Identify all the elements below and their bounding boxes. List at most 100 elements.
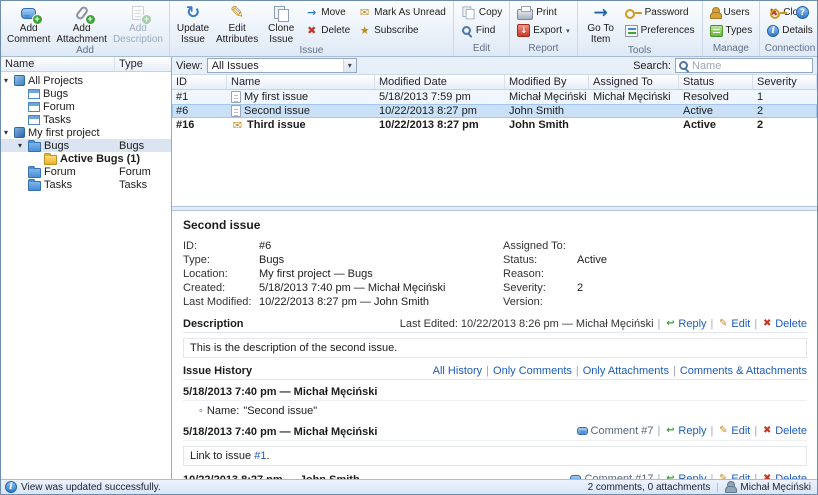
cell-id: #1 <box>172 91 227 103</box>
issue-row-unread[interactable]: #16 Third issue 10/22/2013 8:27 pm John … <box>172 118 817 132</box>
reply-link[interactable]: Reply <box>664 318 706 330</box>
cell-status: Active <box>679 105 753 117</box>
tree-item-all-projects[interactable]: All Projects <box>1 74 171 87</box>
projects-tree: All Projects Bugs Forum Tasks <box>1 72 171 479</box>
toolbar-group-edit: Copy Find Edit <box>454 1 510 56</box>
forum-type-icon <box>28 102 40 112</box>
clone-issue-button[interactable]: Clone Issue <box>261 2 301 45</box>
dropdown-arrow-icon <box>566 27 570 35</box>
column-header-name[interactable]: Name <box>227 75 375 89</box>
tree-item-bugs-type[interactable]: Bugs <box>1 87 171 100</box>
subscribe-icon <box>358 25 371 36</box>
filter-only-attachments[interactable]: Only Attachments <box>583 365 669 377</box>
reply-link[interactable]: Reply <box>664 425 706 437</box>
search-input[interactable] <box>692 60 810 72</box>
view-filter-select[interactable]: All Issues <box>207 58 357 73</box>
group-label-report: Report <box>513 43 573 56</box>
folder-icon <box>28 142 41 152</box>
subscribe-button[interactable]: Subscribe <box>355 23 449 38</box>
cell-modified-date: 10/22/2013 8:27 pm <box>375 119 505 131</box>
column-header-id[interactable]: ID <box>172 75 227 89</box>
toolbar-group-manage: Users Types Manage <box>703 1 761 56</box>
column-header-type[interactable]: Type <box>115 58 171 70</box>
edit-link[interactable]: Edit <box>717 425 750 437</box>
move-button[interactable]: Move <box>302 5 353 20</box>
connection-details-button[interactable]: Details <box>764 23 816 38</box>
folder-icon <box>28 181 41 191</box>
main-toolbar: Add Comment Add Attachment Add Descripti… <box>1 1 817 57</box>
tree-item-my-first-project[interactable]: My first project <box>1 126 171 139</box>
tree-item-forum-type[interactable]: Forum <box>1 100 171 113</box>
description-text: This is the description of the second is… <box>183 338 807 358</box>
tasks-type-icon <box>28 115 40 125</box>
add-comment-button[interactable]: Add Comment <box>4 2 53 45</box>
print-button[interactable]: Print <box>514 5 572 20</box>
column-header-assigned-to[interactable]: Assigned To <box>589 75 679 89</box>
history-entry-header: 5/18/2013 7:40 pm — Michał Męciński <box>183 382 807 401</box>
description-section-header: Description Last Edited: 10/22/2013 8:26… <box>183 315 807 333</box>
comment-icon <box>577 427 588 435</box>
toolbar-group-tools: Go To Item Password Preferences Tools <box>578 1 703 56</box>
tree-item-forum-folder[interactable]: Forum Forum <box>1 165 171 178</box>
column-header-modified-by[interactable]: Modified By <box>505 75 589 89</box>
comment-ref: Comment #7 <box>577 425 654 437</box>
cell-assigned-to: Michał Męciński <box>589 91 679 103</box>
go-to-item-button[interactable]: Go To Item <box>581 2 621 45</box>
copy-button[interactable]: Copy <box>458 5 505 20</box>
find-button[interactable]: Find <box>458 23 505 38</box>
expander-icon[interactable] <box>4 74 14 87</box>
update-issue-button[interactable]: Update Issue <box>173 2 213 45</box>
preferences-button[interactable]: Preferences <box>622 23 698 38</box>
cell-modified-date: 10/22/2013 8:27 pm <box>375 105 505 117</box>
add-attachment-button[interactable]: Add Attachment <box>53 2 110 45</box>
projects-sidebar: Name Type All Projects Bugs Forum <box>1 57 172 479</box>
edit-attributes-icon <box>230 5 244 22</box>
help-icon[interactable] <box>796 6 809 19</box>
issue-attributes: ID:#6 Assigned To: Type:Bugs Status:Acti… <box>183 240 807 309</box>
password-button[interactable]: Password <box>622 5 698 20</box>
mark-as-unread-button[interactable]: Mark As Unread <box>355 5 449 20</box>
status-message: View was updated successfully. <box>21 482 161 493</box>
toolbar-group-report: Print Export Report <box>510 1 577 56</box>
export-button[interactable]: Export <box>514 23 572 38</box>
filter-all-history[interactable]: All History <box>433 365 483 377</box>
edit-icon <box>717 319 729 329</box>
column-header-severity[interactable]: Severity <box>753 75 817 89</box>
tree-item-bugs-folder[interactable]: Bugs Bugs <box>1 139 171 152</box>
column-header-status[interactable]: Status <box>679 75 753 89</box>
add-description-icon <box>132 6 144 20</box>
cell-status: Resolved <box>679 91 753 103</box>
search-box <box>675 58 813 73</box>
group-label-tools: Tools <box>581 45 699 58</box>
add-description-button[interactable]: Add Description <box>110 2 166 45</box>
delete-link[interactable]: Delete <box>761 318 807 330</box>
cell-name: Third issue <box>227 119 375 131</box>
column-header-modified-date[interactable]: Modified Date <box>375 75 505 89</box>
delete-link[interactable]: Delete <box>761 425 807 437</box>
issue-row-selected[interactable]: #6 Second issue 10/22/2013 8:27 pm John … <box>172 104 817 118</box>
last-edited-text: Last Edited: 10/22/2013 8:26 pm — Michał… <box>400 318 654 330</box>
expander-icon[interactable] <box>18 139 28 152</box>
group-label-manage: Manage <box>706 43 757 56</box>
wrench-icon[interactable] <box>770 8 787 18</box>
webissues-window: Add Comment Add Attachment Add Descripti… <box>0 0 818 495</box>
edit-link[interactable]: Edit <box>717 318 750 330</box>
edit-attributes-button[interactable]: Edit Attributes <box>213 2 261 45</box>
filter-only-comments[interactable]: Only Comments <box>493 365 572 377</box>
users-button[interactable]: Users <box>707 5 756 20</box>
export-icon <box>517 24 530 37</box>
tree-item-tasks-type[interactable]: Tasks <box>1 113 171 126</box>
column-header-name[interactable]: Name <box>1 57 115 71</box>
expander-icon[interactable] <box>4 126 14 139</box>
history-entry-header: 10/22/2013 8:27 pm — John Smith Comment … <box>183 469 807 479</box>
issue-link[interactable]: #1 <box>254 450 266 462</box>
tree-item-tasks-folder[interactable]: Tasks Tasks <box>1 178 171 191</box>
project-icon <box>14 127 25 138</box>
types-button[interactable]: Types <box>707 23 756 38</box>
toolbar-group-add: Add Comment Add Attachment Add Descripti… <box>1 1 170 56</box>
issue-row[interactable]: #1 My first issue 5/18/2013 7:59 pm Mich… <box>172 90 817 104</box>
delete-button[interactable]: Delete <box>302 23 353 38</box>
tree-item-active-bugs-view[interactable]: Active Bugs (1) <box>1 152 171 165</box>
filter-comments-attachments[interactable]: Comments & Attachments <box>680 365 807 377</box>
issue-details-panel: Second issue ID:#6 Assigned To: Type:Bug… <box>172 211 817 479</box>
